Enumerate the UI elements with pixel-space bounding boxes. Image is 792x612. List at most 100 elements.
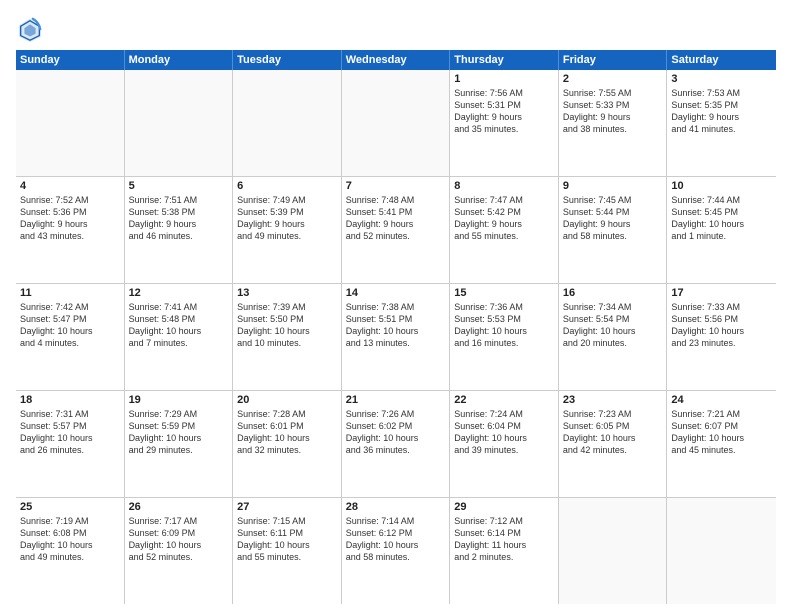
day-info: Sunrise: 7:21 AM Sunset: 6:07 PM Dayligh… xyxy=(671,408,772,457)
day-number: 1 xyxy=(454,73,554,85)
day-number: 18 xyxy=(20,394,120,406)
cal-cell: 10 Sunrise: 7:44 AM Sunset: 5:45 PM Dayli… xyxy=(667,177,776,283)
cal-cell: 11 Sunrise: 7:42 AM Sunset: 5:47 PM Dayli… xyxy=(16,284,125,390)
day-info: Sunrise: 7:49 AM Sunset: 5:39 PM Dayligh… xyxy=(237,194,337,243)
day-info: Sunrise: 7:44 AM Sunset: 5:45 PM Dayligh… xyxy=(671,194,772,243)
day-info: Sunrise: 7:42 AM Sunset: 5:47 PM Dayligh… xyxy=(20,301,120,350)
day-info: Sunrise: 7:31 AM Sunset: 5:57 PM Dayligh… xyxy=(20,408,120,457)
day-number: 23 xyxy=(563,394,663,406)
day-info: Sunrise: 7:14 AM Sunset: 6:12 PM Dayligh… xyxy=(346,515,446,564)
cal-cell xyxy=(559,498,668,604)
cal-cell: 12 Sunrise: 7:41 AM Sunset: 5:48 PM Dayli… xyxy=(125,284,234,390)
header-day-monday: Monday xyxy=(125,50,234,70)
cal-cell: 28 Sunrise: 7:14 AM Sunset: 6:12 PM Dayli… xyxy=(342,498,451,604)
cal-cell: 3 Sunrise: 7:53 AM Sunset: 5:35 PM Daylig… xyxy=(667,70,776,176)
cal-cell: 24 Sunrise: 7:21 AM Sunset: 6:07 PM Dayli… xyxy=(667,391,776,497)
day-number: 27 xyxy=(237,501,337,513)
cal-cell: 20Sunrise: 7:28 AM Sunset: 6:01 PM Dayli… xyxy=(233,391,342,497)
cal-cell: 15 Sunrise: 7:36 AM Sunset: 5:53 PM Dayli… xyxy=(450,284,559,390)
day-number: 13 xyxy=(237,287,337,299)
day-number: 10 xyxy=(671,180,772,192)
day-info: Sunrise: 7:23 AM Sunset: 6:05 PM Dayligh… xyxy=(563,408,663,457)
day-number: 2 xyxy=(563,73,663,85)
cal-cell: 26 Sunrise: 7:17 AM Sunset: 6:09 PM Dayli… xyxy=(125,498,234,604)
week-3: 11 Sunrise: 7:42 AM Sunset: 5:47 PM Dayli… xyxy=(16,284,776,391)
cal-cell: 29Sunrise: 7:12 AM Sunset: 6:14 PM Dayli… xyxy=(450,498,559,604)
day-info: Sunrise: 7:53 AM Sunset: 5:35 PM Dayligh… xyxy=(671,87,772,136)
day-info: Sunrise: 7:47 AM Sunset: 5:42 PM Dayligh… xyxy=(454,194,554,243)
day-info: Sunrise: 7:36 AM Sunset: 5:53 PM Dayligh… xyxy=(454,301,554,350)
day-number: 28 xyxy=(346,501,446,513)
day-info: Sunrise: 7:15 AM Sunset: 6:11 PM Dayligh… xyxy=(237,515,337,564)
day-number: 22 xyxy=(454,394,554,406)
day-number: 19 xyxy=(129,394,229,406)
day-info: Sunrise: 7:19 AM Sunset: 6:08 PM Dayligh… xyxy=(20,515,120,564)
day-info: Sunrise: 7:28 AM Sunset: 6:01 PM Dayligh… xyxy=(237,408,337,457)
cal-cell: 22 Sunrise: 7:24 AM Sunset: 6:04 PM Dayli… xyxy=(450,391,559,497)
cal-cell: 27 Sunrise: 7:15 AM Sunset: 6:11 PM Dayli… xyxy=(233,498,342,604)
day-info: Sunrise: 7:24 AM Sunset: 6:04 PM Dayligh… xyxy=(454,408,554,457)
day-number: 6 xyxy=(237,180,337,192)
day-info: Sunrise: 7:26 AM Sunset: 6:02 PM Dayligh… xyxy=(346,408,446,457)
day-info: Sunrise: 7:38 AM Sunset: 5:51 PM Dayligh… xyxy=(346,301,446,350)
week-5: 25Sunrise: 7:19 AM Sunset: 6:08 PM Dayli… xyxy=(16,498,776,604)
day-number: 3 xyxy=(671,73,772,85)
day-number: 15 xyxy=(454,287,554,299)
day-number: 9 xyxy=(563,180,663,192)
day-info: Sunrise: 7:39 AM Sunset: 5:50 PM Dayligh… xyxy=(237,301,337,350)
day-info: Sunrise: 7:34 AM Sunset: 5:54 PM Dayligh… xyxy=(563,301,663,350)
cal-cell: 17 Sunrise: 7:33 AM Sunset: 5:56 PM Dayli… xyxy=(667,284,776,390)
header-day-saturday: Saturday xyxy=(667,50,776,70)
cal-cell: 14Sunrise: 7:38 AM Sunset: 5:51 PM Dayli… xyxy=(342,284,451,390)
logo-icon xyxy=(16,16,44,44)
day-info: Sunrise: 7:48 AM Sunset: 5:41 PM Dayligh… xyxy=(346,194,446,243)
day-info: Sunrise: 7:55 AM Sunset: 5:33 PM Dayligh… xyxy=(563,87,663,136)
week-2: 4Sunrise: 7:52 AM Sunset: 5:36 PM Daylig… xyxy=(16,177,776,284)
cal-cell: 13 Sunrise: 7:39 AM Sunset: 5:50 PM Dayli… xyxy=(233,284,342,390)
day-info: Sunrise: 7:12 AM Sunset: 6:14 PM Dayligh… xyxy=(454,515,554,564)
day-info: Sunrise: 7:41 AM Sunset: 5:48 PM Dayligh… xyxy=(129,301,229,350)
header-day-sunday: Sunday xyxy=(16,50,125,70)
calendar: SundayMondayTuesdayWednesdayThursdayFrid… xyxy=(16,50,776,604)
day-number: 8 xyxy=(454,180,554,192)
cal-cell xyxy=(667,498,776,604)
week-4: 18 Sunrise: 7:31 AM Sunset: 5:57 PM Dayli… xyxy=(16,391,776,498)
page: SundayMondayTuesdayWednesdayThursdayFrid… xyxy=(0,0,792,612)
cal-cell: 19 Sunrise: 7:29 AM Sunset: 5:59 PM Dayli… xyxy=(125,391,234,497)
cal-cell: 6 Sunrise: 7:49 AM Sunset: 5:39 PM Daylig… xyxy=(233,177,342,283)
cal-cell xyxy=(16,70,125,176)
day-info: Sunrise: 7:56 AM Sunset: 5:31 PM Dayligh… xyxy=(454,87,554,136)
cal-cell: 23 Sunrise: 7:23 AM Sunset: 6:05 PM Dayli… xyxy=(559,391,668,497)
day-number: 21 xyxy=(346,394,446,406)
day-info: Sunrise: 7:29 AM Sunset: 5:59 PM Dayligh… xyxy=(129,408,229,457)
week-1: 1 Sunrise: 7:56 AM Sunset: 5:31 PM Daylig… xyxy=(16,70,776,177)
header-day-tuesday: Tuesday xyxy=(233,50,342,70)
day-info: Sunrise: 7:33 AM Sunset: 5:56 PM Dayligh… xyxy=(671,301,772,350)
cal-cell: 8 Sunrise: 7:47 AM Sunset: 5:42 PM Daylig… xyxy=(450,177,559,283)
cal-cell xyxy=(125,70,234,176)
day-info: Sunrise: 7:52 AM Sunset: 5:36 PM Dayligh… xyxy=(20,194,120,243)
cal-cell: 5Sunrise: 7:51 AM Sunset: 5:38 PM Daylig… xyxy=(125,177,234,283)
cal-cell xyxy=(342,70,451,176)
day-number: 11 xyxy=(20,287,120,299)
day-number: 12 xyxy=(129,287,229,299)
day-info: Sunrise: 7:45 AM Sunset: 5:44 PM Dayligh… xyxy=(563,194,663,243)
day-number: 16 xyxy=(563,287,663,299)
calendar-header: SundayMondayTuesdayWednesdayThursdayFrid… xyxy=(16,50,776,70)
day-number: 7 xyxy=(346,180,446,192)
header-day-friday: Friday xyxy=(559,50,668,70)
cal-cell xyxy=(233,70,342,176)
day-number: 17 xyxy=(671,287,772,299)
header xyxy=(16,12,776,44)
cal-cell: 2 Sunrise: 7:55 AM Sunset: 5:33 PM Daylig… xyxy=(559,70,668,176)
day-number: 5 xyxy=(129,180,229,192)
logo xyxy=(16,16,46,44)
header-day-wednesday: Wednesday xyxy=(342,50,451,70)
cal-cell: 25Sunrise: 7:19 AM Sunset: 6:08 PM Dayli… xyxy=(16,498,125,604)
header-day-thursday: Thursday xyxy=(450,50,559,70)
cal-cell: 7 Sunrise: 7:48 AM Sunset: 5:41 PM Daylig… xyxy=(342,177,451,283)
day-number: 24 xyxy=(671,394,772,406)
cal-cell: 21 Sunrise: 7:26 AM Sunset: 6:02 PM Dayli… xyxy=(342,391,451,497)
day-info: Sunrise: 7:17 AM Sunset: 6:09 PM Dayligh… xyxy=(129,515,229,564)
day-number: 26 xyxy=(129,501,229,513)
